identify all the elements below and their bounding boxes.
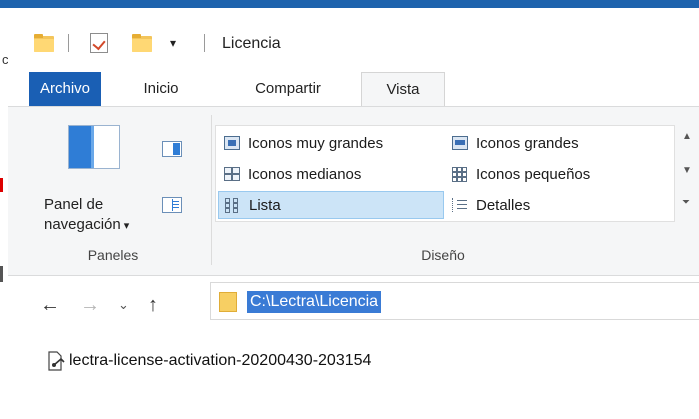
arrow-up-icon: ↑ (148, 294, 158, 316)
layout-item-label: Iconos grandes (476, 134, 579, 152)
group-label-paneles: Paneles (87, 247, 139, 263)
preview-pane-button[interactable] (162, 141, 182, 157)
top-window-strip (0, 0, 699, 8)
properties-button[interactable] (90, 30, 108, 56)
layout-item-label: Lista (249, 196, 281, 214)
file-name: lectra-license-activation-20200430-20315… (69, 352, 372, 369)
chevron-down-icon: ⌄ (118, 297, 129, 312)
qa-separator-1 (68, 30, 69, 56)
folder-icon (34, 34, 54, 52)
gallery-expand-icon[interactable]: ⏷ (682, 197, 690, 208)
list-item[interactable]: lectra-license-activation-20200430-20315… (48, 349, 371, 373)
gallery-scroll-up-icon[interactable]: ▲ (682, 131, 692, 142)
details-pane-button[interactable] (162, 197, 182, 213)
chevron-down-icon: ▾ (120, 220, 130, 232)
background-accent-mark (0, 178, 3, 192)
recent-locations-button[interactable]: ⌄ (118, 294, 129, 316)
customize-toolbar-icon: ▾ (170, 36, 177, 50)
medium-icons-icon (224, 167, 240, 181)
file-shortcut-icon (48, 351, 66, 371)
tab-vista[interactable]: Vista (361, 72, 445, 106)
tab-compartir[interactable]: Compartir (238, 72, 338, 106)
address-path[interactable]: C:\Lectra\Licencia (247, 291, 382, 313)
layout-item-label: Iconos pequeños (476, 165, 591, 183)
layout-item-label: Iconos muy grandes (248, 134, 384, 152)
arrow-left-icon: ← (40, 294, 60, 316)
file-explorer-window: ▾ Licencia Archivo Inicio Compartir Vist… (8, 8, 699, 419)
new-folder-button[interactable] (132, 30, 152, 56)
layout-details[interactable]: Detalles (446, 191, 670, 219)
ribbon-group-divider (211, 115, 212, 265)
up-button[interactable]: ↑ (148, 294, 158, 316)
arrow-right-icon: → (80, 294, 100, 316)
nav-pane-label-line2: navegación (44, 216, 121, 233)
large-icons-icon (452, 136, 468, 150)
quick-access-folder (34, 30, 54, 56)
ribbon-tabs: Archivo Inicio Compartir Vista (8, 72, 699, 106)
title-bar: ▾ Licencia (8, 8, 699, 72)
small-icons-icon (452, 167, 468, 182)
properties-icon (90, 33, 108, 53)
layout-medium-icons[interactable]: Iconos medianos (218, 160, 444, 188)
gallery-scroll: ▲ ▼ ⏷ (678, 125, 696, 222)
layout-list[interactable]: Lista (218, 191, 444, 219)
new-folder-icon (132, 34, 152, 52)
layout-gallery: Iconos muy grandes Iconos grandes Iconos… (215, 125, 675, 222)
folder-icon (219, 292, 237, 312)
address-bar[interactable]: C:\Lectra\Licencia (210, 282, 699, 320)
tab-archivo[interactable]: Archivo (29, 72, 101, 106)
layout-item-label: Detalles (476, 196, 531, 214)
background-dark-mark (0, 266, 3, 282)
details-icon (452, 198, 468, 212)
gallery-scroll-down-icon[interactable]: ▼ (682, 165, 692, 176)
forward-button[interactable]: → (80, 294, 100, 316)
navigation-pane-label[interactable]: Panel de navegación ▾ (44, 195, 154, 236)
navigation-pane-button[interactable] (68, 125, 120, 169)
group-label-diseno: Diseño (421, 247, 465, 263)
window-title: Licencia (222, 35, 281, 52)
layout-item-label: Iconos medianos (248, 165, 362, 183)
background-window-sliver: c (0, 8, 9, 419)
nav-pane-label-line1: Panel de (44, 196, 104, 213)
back-button[interactable]: ← (40, 294, 60, 316)
list-icon (225, 198, 241, 213)
layout-large-icons[interactable]: Iconos grandes (446, 129, 670, 157)
layout-small-icons[interactable]: Iconos pequeños (446, 160, 670, 188)
extra-large-icons-icon (224, 136, 240, 150)
layout-extra-large-icons[interactable]: Iconos muy grandes (218, 129, 444, 157)
tab-inicio[interactable]: Inicio (131, 72, 191, 106)
qa-separator-2 (204, 30, 205, 56)
customize-toolbar-button[interactable]: ▾ (170, 30, 176, 56)
